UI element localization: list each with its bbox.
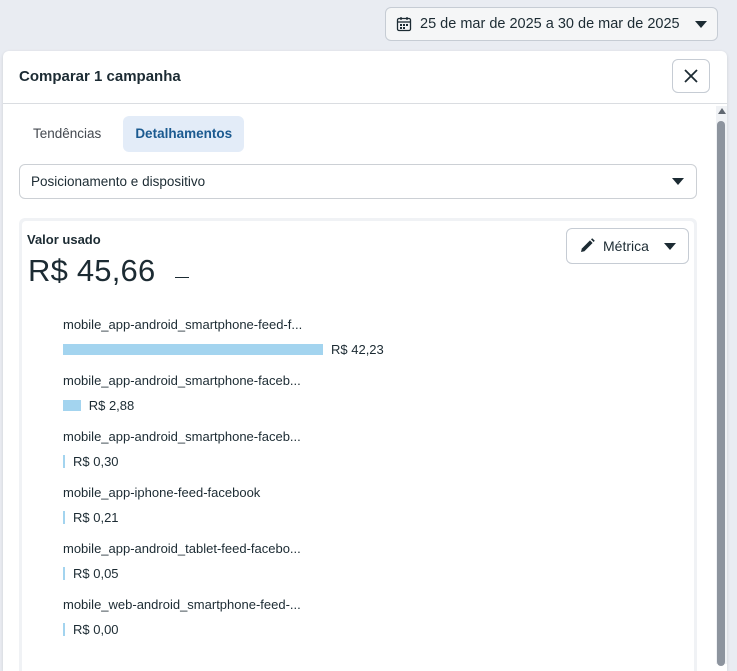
breakdown-row-label: mobile_app-iphone-feed-facebook — [63, 485, 261, 500]
breakdown-bar-value: R$ 0,30 — [73, 454, 119, 469]
panel-header: Comparar 1 campanha — [3, 51, 727, 104]
breakdown-bar-line: R$ 0,30 — [63, 454, 119, 469]
breakdown-bar — [63, 455, 65, 468]
scroll-up-arrow-icon[interactable] — [718, 108, 726, 114]
breakdown-row: mobile_app-android_tablet-feed-facebo...… — [63, 539, 663, 595]
breakdown-bar-line: R$ 2,88 — [63, 398, 135, 413]
breakdown-select[interactable]: Posicionamento e dispositivo — [19, 164, 697, 199]
breakdown-row-label: mobile_web-android_smartphone-feed-... — [63, 597, 301, 612]
caret-down-icon — [672, 178, 684, 185]
caret-down-icon — [664, 242, 676, 250]
metric-value: R$ 45,66 — [28, 253, 156, 288]
breakdown-list: mobile_app-android_smartphone-feed-f... R… — [63, 315, 663, 651]
breakdown-bar — [63, 400, 81, 411]
breakdown-content: Valor usado R$ 45,66 Métrica mobile_app-… — [19, 218, 697, 671]
breakdown-bar-value: R$ 42,23 — [331, 342, 384, 357]
scrollbar[interactable] — [716, 106, 727, 666]
close-icon — [684, 69, 698, 83]
breakdown-row-label: mobile_app-android_smartphone-feed-f... — [63, 317, 303, 332]
breakdown-row: mobile_app-iphone-feed-facebook R$ 0,21 — [63, 483, 663, 539]
breakdown-row-label: mobile_app-android_tablet-feed-facebo... — [63, 541, 301, 556]
breakdown-row-label: mobile_app-android_smartphone-faceb... — [63, 373, 301, 388]
breakdown-row: mobile_web-android_smartphone-feed-... R$… — [63, 595, 663, 651]
scroll-thumb[interactable] — [717, 121, 725, 666]
tab-bar: Tendências Detalhamentos — [19, 116, 252, 152]
breakdown-bar-value: R$ 0,05 — [73, 566, 119, 581]
date-range-picker[interactable]: 25 de mar de 2025 a 30 de mar de 2025 — [385, 7, 718, 41]
breakdown-bar-line: R$ 42,23 — [63, 342, 384, 357]
breakdown-bar-value: R$ 0,21 — [73, 510, 119, 525]
date-range-label: 25 de mar de 2025 a 30 de mar de 2025 — [420, 16, 680, 32]
breakdown-row: mobile_app-android_smartphone-feed-f... R… — [63, 315, 663, 371]
metric-button[interactable]: Métrica — [566, 228, 689, 264]
breakdown-bar-line: R$ 0,21 — [63, 510, 119, 525]
tab-trends[interactable]: Tendências — [19, 116, 115, 152]
breakdown-row: mobile_app-android_smartphone-faceb... R$… — [63, 371, 663, 427]
metric-label: Valor usado — [27, 232, 101, 247]
breakdown-bar-value: R$ 0,00 — [73, 622, 119, 637]
breakdown-bar-value: R$ 2,88 — [88, 398, 135, 413]
breakdown-bar — [63, 344, 323, 355]
breakdown-row-label: mobile_app-android_smartphone-faceb... — [63, 429, 301, 444]
breakdown-bar — [63, 567, 65, 580]
metric-card: Valor usado R$ 45,66 Métrica mobile_app-… — [22, 221, 694, 671]
tab-breakdowns[interactable]: Detalhamentos — [123, 116, 245, 152]
breakdown-bar — [63, 623, 65, 636]
breakdown-row: mobile_app-android_smartphone-faceb... R$… — [63, 427, 663, 483]
breakdown-bar-line: R$ 0,00 — [63, 622, 119, 637]
pencil-icon — [581, 238, 595, 252]
breakdown-select-value: Posicionamento e dispositivo — [31, 174, 206, 189]
panel-title: Comparar 1 campanha — [19, 68, 181, 85]
caret-down-icon — [695, 20, 707, 28]
breakdown-bar — [63, 511, 65, 524]
metric-dash — [175, 277, 189, 278]
calendar-icon — [396, 17, 412, 32]
close-button[interactable] — [672, 59, 710, 93]
compare-panel: Comparar 1 campanha Tendências Detalhame… — [3, 51, 727, 671]
breakdown-bar-line: R$ 0,05 — [63, 566, 119, 581]
metric-button-label: Métrica — [603, 238, 649, 254]
